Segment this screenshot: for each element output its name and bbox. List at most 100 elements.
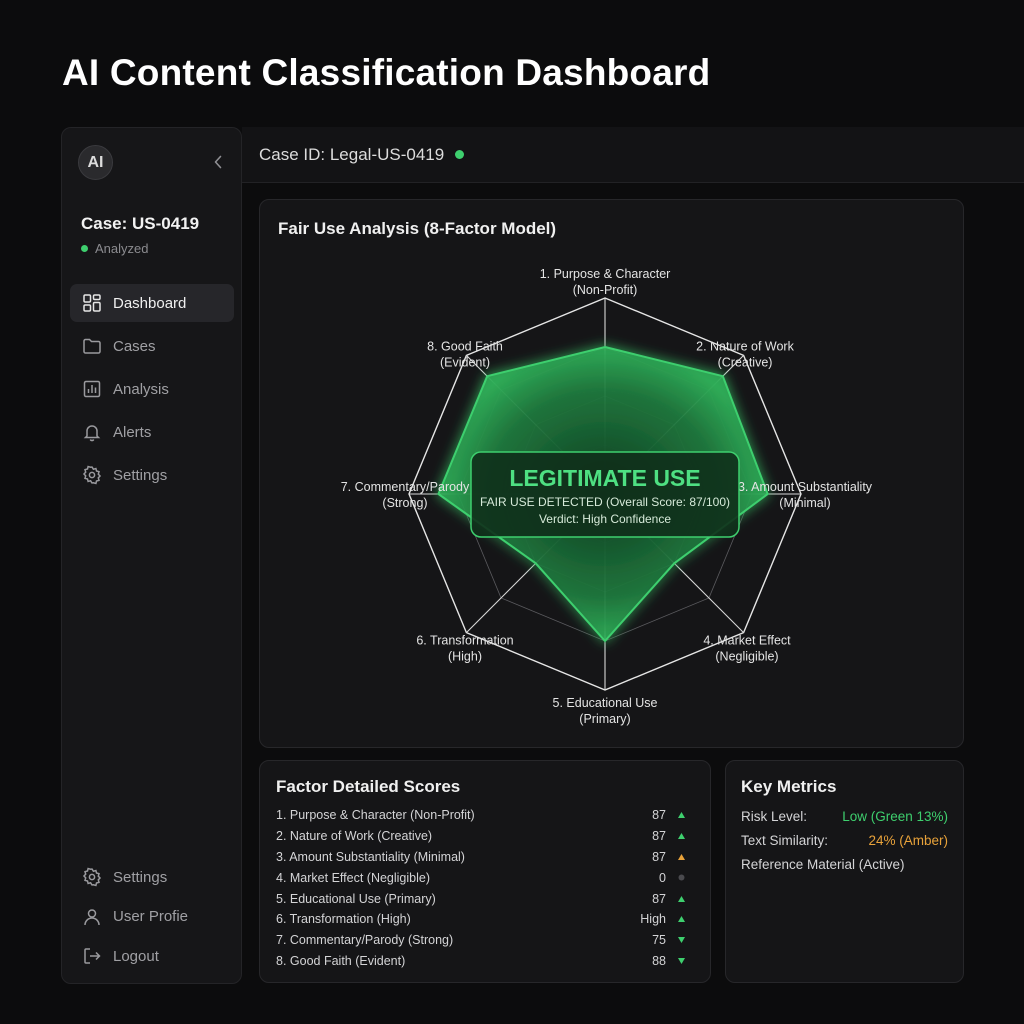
metrics-title: Key Metrics bbox=[741, 777, 837, 796]
score-factor-name: 1. Purpose & Character (Non-Profit) bbox=[276, 808, 475, 823]
radar-axis-label: 5. Educational Use bbox=[553, 696, 658, 710]
trend-down-icon bbox=[666, 957, 696, 965]
radar-axis-sublabel: (Negligible) bbox=[715, 650, 778, 664]
metric-label-reference: Reference Material (Active) bbox=[741, 857, 905, 872]
score-value: High bbox=[640, 912, 666, 927]
radar-axis-label: 7. Commentary/Parody bbox=[341, 480, 470, 494]
sidebar-item-label: Analysis bbox=[113, 380, 169, 398]
radar-axis-sublabel: (Primary) bbox=[579, 712, 630, 726]
case-status-dot bbox=[455, 150, 465, 159]
sidebar-item-label: Alerts bbox=[113, 423, 152, 441]
trend-up-icon bbox=[666, 895, 696, 903]
scores-title: Factor Detailed Scores bbox=[276, 777, 461, 796]
radar-axis-label: 3. Amount Substantiality bbox=[738, 480, 873, 494]
score-value: 87 bbox=[652, 849, 666, 864]
score-value: 87 bbox=[652, 891, 666, 906]
score-row: 1. Purpose & Character (Non-Profit) 87 bbox=[276, 805, 696, 826]
score-factor-name: 5. Educational Use (Primary) bbox=[276, 891, 436, 906]
sidebar-item-alerts[interactable]: Alerts bbox=[70, 413, 234, 451]
sidebar-nav: Dashboard Cases Analysis Alerts Settings bbox=[70, 284, 234, 499]
logout-icon bbox=[84, 948, 101, 964]
score-factor-name: 6. Transformation (High) bbox=[276, 912, 411, 927]
sidebar-item-settings[interactable]: Settings bbox=[70, 456, 234, 494]
verdict-confidence: Verdict: High Confidence bbox=[539, 512, 671, 526]
metric-label-similarity: Text Similarity: bbox=[741, 833, 829, 848]
case-title: Case: US-0419 bbox=[81, 214, 200, 233]
score-value: 87 bbox=[652, 808, 666, 823]
score-factor-name: 4. Market Effect (Negligible) bbox=[276, 870, 430, 885]
score-value: 88 bbox=[652, 953, 666, 968]
trend-down-icon bbox=[666, 936, 696, 944]
case-header: Case ID: Legal-US-0419 bbox=[242, 127, 1024, 183]
radar-axis-sublabel: (Creative) bbox=[718, 355, 773, 369]
radar-axis-label: 8. Good Faith bbox=[427, 339, 503, 353]
score-row: 2. Nature of Work (Creative) 87 bbox=[276, 826, 696, 847]
sidebar-item-cases[interactable]: Cases bbox=[70, 327, 234, 365]
sidebar-item-user-profile[interactable]: User Profie bbox=[70, 899, 234, 935]
radar-axis-label: 4. Market Effect bbox=[703, 634, 791, 648]
trend-up-icon bbox=[666, 811, 696, 819]
verdict-box: LEGITIMATE USE FAIR USE DETECTED (Overal… bbox=[470, 451, 740, 538]
sidebar-bottom-nav: Settings User Profie Logout bbox=[70, 859, 234, 978]
score-row: 3. Amount Substantiality (Minimal) 87 bbox=[276, 847, 696, 868]
score-value: 0 bbox=[659, 870, 666, 885]
score-row: 6. Transformation (High) High bbox=[276, 909, 696, 930]
score-row: 5. Educational Use (Primary) 87 bbox=[276, 888, 696, 909]
sidebar-item-analysis[interactable]: Analysis bbox=[70, 370, 234, 408]
case-status-label: Analyzed bbox=[95, 241, 149, 256]
radar-axis-sublabel: (Minimal) bbox=[779, 496, 830, 510]
radar-chart: 1. Purpose & Character (Non-Profit) 2. Nat… bbox=[341, 267, 873, 726]
fair-use-radar-card: Fair Use Analysis (8-Factor Model) 1. Pu… bbox=[259, 199, 964, 748]
page-title: AI Content Classification Dashboard bbox=[62, 52, 711, 93]
sidebar-item-label: Logout bbox=[113, 947, 159, 965]
score-factor-name: 7. Commentary/Parody (Strong) bbox=[276, 933, 454, 948]
gear-icon bbox=[82, 867, 102, 887]
sidebar-item-label: Settings bbox=[113, 868, 168, 886]
radar-axis-sublabel: (Strong) bbox=[382, 496, 427, 510]
key-metrics-card: Key Metrics Risk Level: Low (Green 13%) … bbox=[725, 760, 964, 983]
trend-up-icon bbox=[666, 915, 696, 923]
score-factor-name: 3. Amount Substantiality (Minimal) bbox=[276, 849, 465, 864]
dashboard-icon bbox=[83, 294, 101, 312]
score-value: 75 bbox=[652, 933, 666, 948]
user-icon bbox=[84, 908, 100, 925]
sidebar: AI Case: US-0419 Analyzed Dashboard Case… bbox=[61, 127, 242, 984]
radar-axis-label: 6. Transformation bbox=[416, 634, 513, 648]
app-logo: AI bbox=[78, 145, 113, 180]
score-list: 1. Purpose & Character (Non-Profit) 87 2. … bbox=[276, 805, 696, 971]
radar-axis-label: 2. Nature of Work bbox=[696, 339, 794, 353]
score-row: 8. Good Faith (Evident) 88 bbox=[276, 951, 696, 972]
score-factor-name: 8. Good Faith (Evident) bbox=[276, 953, 406, 968]
collapse-sidebar-button[interactable] bbox=[208, 152, 228, 172]
score-value: 87 bbox=[652, 829, 666, 844]
trend-up-icon bbox=[666, 832, 696, 840]
radar-axis-sublabel: (Non-Profit) bbox=[573, 283, 638, 297]
chevron-left-icon bbox=[214, 155, 222, 169]
neutral-dot-icon bbox=[666, 874, 696, 881]
metric-value-risk: Low (Green 13%) bbox=[842, 809, 948, 824]
radar-axis-label: 1. Purpose & Character bbox=[540, 267, 671, 281]
factor-scores-card: Factor Detailed Scores 1. Purpose & Char… bbox=[259, 760, 711, 983]
score-row: 7. Commentary/Parody (Strong) 75 bbox=[276, 930, 696, 951]
trend-up-icon bbox=[666, 853, 696, 861]
sidebar-item-label: User Profie bbox=[113, 908, 189, 925]
verdict-detail: FAIR USE DETECTED (Overall Score: 87/100… bbox=[480, 495, 730, 509]
case-id: Case ID: Legal-US-0419 bbox=[259, 144, 445, 164]
folder-icon bbox=[83, 338, 101, 354]
score-factor-name: 2. Nature of Work (Creative) bbox=[276, 829, 433, 844]
status-dot bbox=[81, 245, 88, 252]
case-status: Analyzed bbox=[81, 241, 148, 256]
metric-label-risk: Risk Level: bbox=[741, 809, 808, 824]
sidebar-item-bottom-settings[interactable]: Settings bbox=[70, 859, 234, 895]
gear-icon bbox=[82, 465, 102, 485]
sidebar-item-label: Dashboard bbox=[113, 294, 187, 312]
bar-chart-icon bbox=[83, 380, 101, 398]
sidebar-item-logout[interactable]: Logout bbox=[70, 938, 234, 974]
score-row: 4. Market Effect (Negligible) 0 bbox=[276, 867, 696, 888]
verdict-title: LEGITIMATE USE bbox=[509, 465, 700, 491]
metric-value-similarity: 24% (Amber) bbox=[868, 833, 948, 848]
sidebar-item-dashboard[interactable]: Dashboard bbox=[70, 284, 234, 322]
sidebar-item-label: Settings bbox=[113, 466, 168, 484]
radar-axis-sublabel: (Evident) bbox=[440, 355, 490, 369]
bell-icon bbox=[83, 425, 101, 442]
